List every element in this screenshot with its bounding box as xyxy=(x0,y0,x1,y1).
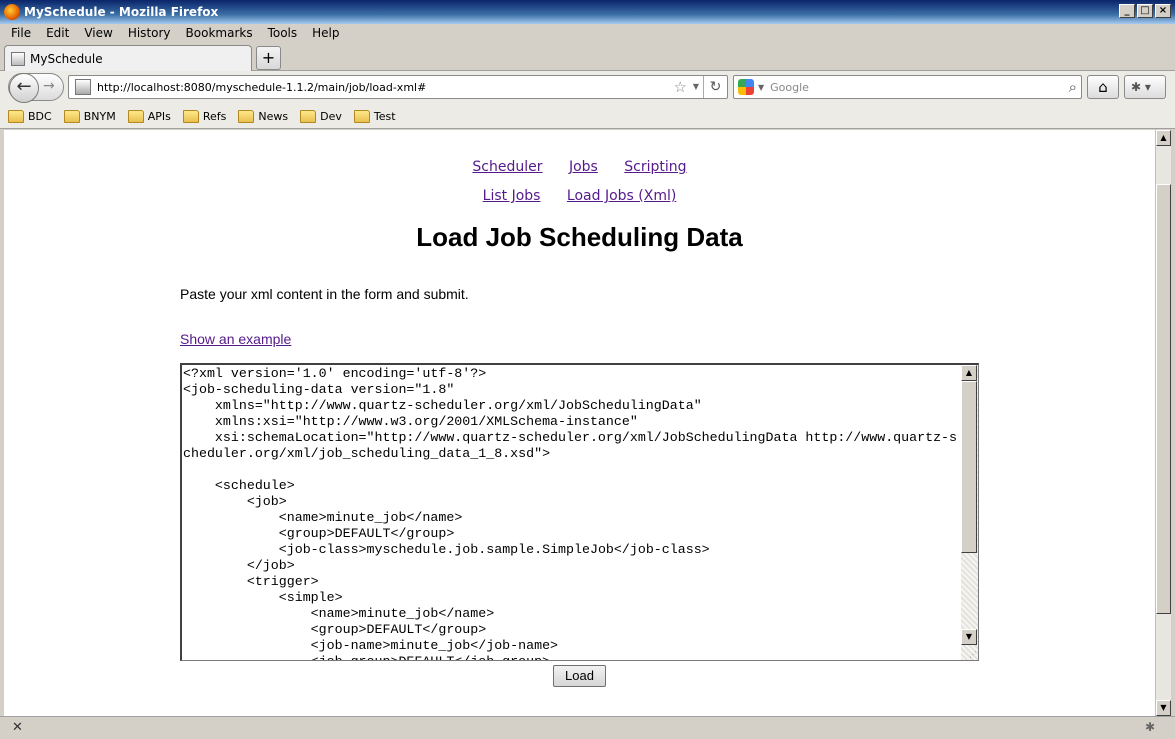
window-title: MySchedule - Mozilla Firefox xyxy=(24,5,219,19)
window-titlebar: MySchedule - Mozilla Firefox _ □ × xyxy=(0,0,1175,24)
forward-button[interactable]: → xyxy=(43,78,55,94)
google-engine-icon[interactable] xyxy=(738,79,754,95)
secondary-nav: List Jobs Load Jobs (Xml) xyxy=(4,188,1155,204)
scroll-thumb[interactable] xyxy=(1156,184,1171,614)
url-bar[interactable]: http://localhost:8080/myschedule-1.1.2/m… xyxy=(68,75,728,99)
menu-file[interactable]: File xyxy=(11,26,31,40)
search-input[interactable]: ▼ Google ⌕ xyxy=(733,75,1082,99)
page-favicon-icon xyxy=(11,51,25,66)
scroll-up-icon[interactable]: ▲ xyxy=(1156,130,1171,146)
addon-menu-button[interactable]: ✱ ▾ xyxy=(1124,75,1166,99)
bookmark-folder-bdc[interactable]: BDC xyxy=(8,109,52,123)
nav-link-list-jobs[interactable]: List Jobs xyxy=(483,188,541,204)
nav-link-scheduler[interactable]: Scheduler xyxy=(472,159,542,175)
bookmark-star-icon[interactable]: ☆ xyxy=(674,78,687,96)
maximize-button[interactable]: □ xyxy=(1137,4,1153,18)
back-forward-group: ← → xyxy=(8,73,64,103)
bookmark-folder-bnym[interactable]: BNYM xyxy=(63,109,116,123)
menu-view[interactable]: View xyxy=(84,26,112,40)
menu-history[interactable]: History xyxy=(128,26,171,40)
url-text[interactable]: http://localhost:8080/myschedule-1.1.2/m… xyxy=(97,81,426,94)
navigation-toolbar: ← → http://localhost:8080/myschedule-1.1… xyxy=(0,71,1175,104)
folder-icon xyxy=(182,109,199,123)
search-icon[interactable]: ⌕ xyxy=(1069,78,1077,96)
bookmark-folder-test[interactable]: Test xyxy=(353,109,396,123)
menu-help[interactable]: Help xyxy=(312,26,339,40)
tab-title: MySchedule xyxy=(30,51,103,66)
new-tab-button[interactable]: + xyxy=(256,46,281,70)
site-identity-icon[interactable] xyxy=(75,79,91,95)
folder-icon xyxy=(63,109,80,123)
back-button[interactable]: ← xyxy=(9,73,39,103)
menu-tools[interactable]: Tools xyxy=(268,26,298,40)
bookmarks-toolbar: BDC BNYM APIs Refs News Dev Test xyxy=(0,104,1175,129)
page-title: Load Job Scheduling Data xyxy=(416,222,743,252)
nav-link-load-jobs-xml[interactable]: Load Jobs (Xml) xyxy=(567,188,676,204)
firefox-logo-icon xyxy=(4,4,20,20)
tab-strip: MySchedule + xyxy=(0,43,1175,71)
show-example-link[interactable]: Show an example xyxy=(180,331,291,347)
instruction-text: Paste your xml content in the form and s… xyxy=(180,286,469,302)
folder-icon xyxy=(8,109,24,123)
close-statusbar-icon[interactable]: ✕ xyxy=(12,720,23,735)
page-content: Scheduler Jobs Scripting List Jobs Load … xyxy=(4,130,1155,716)
reload-icon[interactable]: ↻ xyxy=(703,76,727,98)
search-engine-dropdown-icon[interactable]: ▼ xyxy=(758,83,764,92)
bookmark-folder-refs[interactable]: Refs xyxy=(182,109,226,123)
status-bar: ✕ ✱ xyxy=(0,716,1175,739)
home-button[interactable]: ⌂ xyxy=(1087,75,1119,99)
xml-textarea[interactable]: <?xml version='1.0' encoding='utf-8'?> <… xyxy=(180,363,979,661)
search-placeholder: Google xyxy=(770,80,809,94)
bookmark-folder-apis[interactable]: APIs xyxy=(127,109,171,123)
menu-bar: File Edit View History Bookmarks Tools H… xyxy=(0,24,1175,42)
load-button[interactable]: Load xyxy=(553,665,606,687)
folder-icon xyxy=(127,109,144,123)
page-scrollbar[interactable]: ▲ ▼ xyxy=(1155,130,1171,716)
bookmark-folder-news[interactable]: News xyxy=(238,109,288,123)
textarea-resize-grip-icon[interactable]: ⋰ xyxy=(969,650,977,659)
folder-icon xyxy=(300,109,317,123)
tab-myschedule[interactable]: MySchedule xyxy=(4,45,252,71)
xml-content[interactable]: <?xml version='1.0' encoding='utf-8'?> <… xyxy=(183,366,961,660)
textarea-scrollbar[interactable]: ▲ ▼ xyxy=(961,365,978,660)
bookmark-folder-dev[interactable]: Dev xyxy=(300,109,342,123)
menu-bookmarks[interactable]: Bookmarks xyxy=(186,26,253,40)
textarea-scroll-up-icon[interactable]: ▲ xyxy=(961,365,977,381)
textarea-scroll-down-icon[interactable]: ▼ xyxy=(961,629,977,645)
scroll-down-icon[interactable]: ▼ xyxy=(1156,700,1171,716)
folder-icon xyxy=(353,109,370,123)
close-button[interactable]: × xyxy=(1155,4,1171,18)
addon-status-icon[interactable]: ✱ xyxy=(1145,720,1155,734)
nav-link-jobs[interactable]: Jobs xyxy=(569,159,598,175)
primary-nav: Scheduler Jobs Scripting xyxy=(4,159,1155,175)
nav-link-scripting[interactable]: Scripting xyxy=(624,159,686,175)
folder-icon xyxy=(238,109,255,123)
textarea-scroll-thumb[interactable] xyxy=(961,381,977,553)
minimize-button[interactable]: _ xyxy=(1119,4,1135,18)
url-dropdown-icon[interactable]: ▼ xyxy=(693,82,699,91)
menu-edit[interactable]: Edit xyxy=(46,26,69,40)
